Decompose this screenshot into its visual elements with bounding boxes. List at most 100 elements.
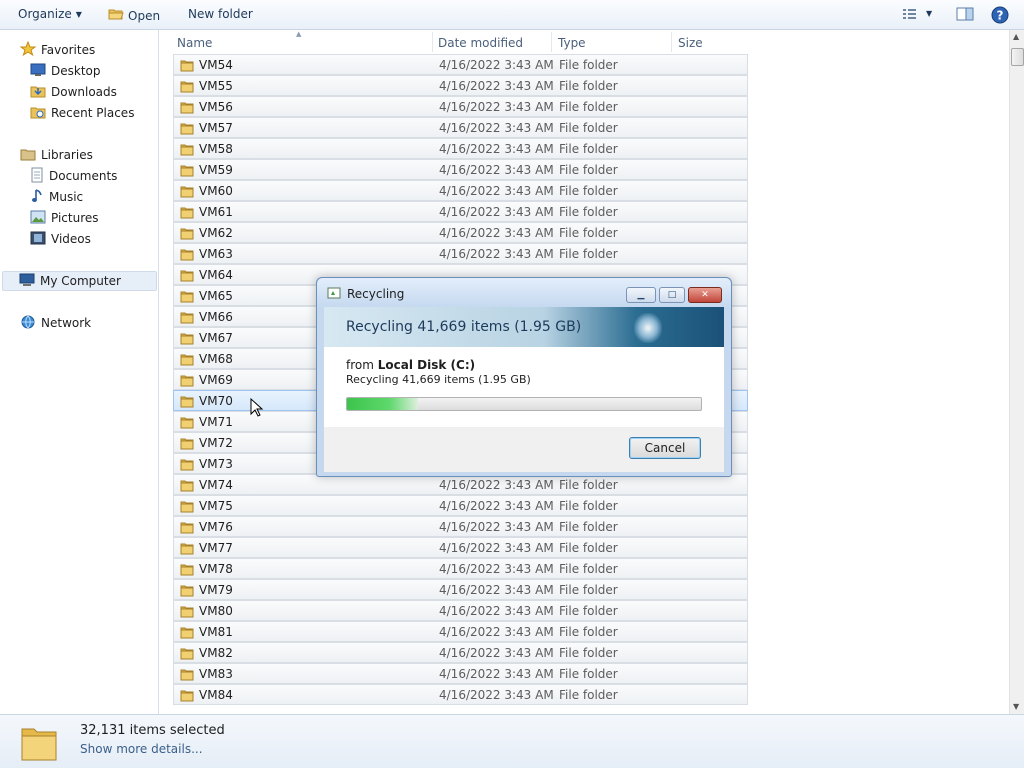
file-name: VM78 bbox=[199, 561, 233, 576]
column-header-date[interactable]: Date modified bbox=[438, 36, 523, 50]
nav-pictures[interactable]: Pictures bbox=[0, 208, 99, 228]
view-list-icon bbox=[902, 9, 918, 25]
scroll-up-arrow-icon[interactable]: ▲ bbox=[1013, 32, 1019, 41]
nav-recent-places[interactable]: Recent Places bbox=[0, 103, 134, 123]
vertical-scrollbar[interactable]: ▲ ▼ bbox=[1009, 30, 1024, 714]
file-row[interactable]: VM77 4/16/2022 3:43 AM File folder bbox=[173, 537, 748, 558]
file-row[interactable]: VM81 4/16/2022 3:43 AM File folder bbox=[173, 621, 748, 642]
file-row[interactable]: VM83 4/16/2022 3:43 AM File folder bbox=[173, 663, 748, 684]
file-name: VM84 bbox=[199, 687, 233, 702]
dialog-body: from Local Disk (C:) Recycling 41,669 it… bbox=[324, 347, 724, 427]
network-icon bbox=[20, 314, 36, 333]
maximize-button[interactable]: □ bbox=[659, 287, 685, 303]
nav-videos[interactable]: Videos bbox=[0, 229, 91, 249]
folder-icon bbox=[180, 415, 194, 432]
nav-favorites[interactable]: Favorites bbox=[0, 40, 95, 60]
desktop-icon bbox=[30, 63, 46, 80]
folder-open-icon bbox=[108, 7, 124, 24]
file-row[interactable]: VM60 4/16/2022 3:43 AM File folder bbox=[173, 180, 748, 201]
help-button[interactable]: ? bbox=[991, 6, 1009, 27]
file-row[interactable]: VM61 4/16/2022 3:43 AM File folder bbox=[173, 201, 748, 222]
file-row[interactable]: VM55 4/16/2022 3:43 AM File folder bbox=[173, 75, 748, 96]
details-pane: 32,131 items selected Show more details.… bbox=[0, 714, 1024, 768]
view-options-button[interactable] bbox=[902, 6, 918, 25]
new-folder-label: New folder bbox=[188, 7, 253, 21]
scroll-thumb[interactable] bbox=[1011, 48, 1024, 66]
file-row[interactable]: VM54 4/16/2022 3:43 AM File folder bbox=[173, 54, 748, 75]
new-folder-button[interactable]: New folder bbox=[188, 7, 253, 21]
column-header-size[interactable]: Size bbox=[678, 36, 703, 50]
folder-icon bbox=[180, 289, 194, 306]
file-type: File folder bbox=[559, 624, 618, 639]
file-row[interactable]: VM79 4/16/2022 3:43 AM File folder bbox=[173, 579, 748, 600]
minimize-icon: ▁ bbox=[637, 290, 645, 300]
scroll-down-arrow-icon[interactable]: ▼ bbox=[1013, 702, 1019, 711]
progress-bar bbox=[346, 397, 702, 411]
file-date: 4/16/2022 3:43 AM bbox=[439, 498, 554, 513]
file-date: 4/16/2022 3:43 AM bbox=[439, 561, 554, 576]
file-type: File folder bbox=[559, 540, 618, 555]
organize-button[interactable]: Organize ▼ bbox=[18, 7, 82, 21]
file-name: VM81 bbox=[199, 624, 233, 639]
source-line: from Local Disk (C:) bbox=[346, 358, 475, 372]
star-icon bbox=[19, 40, 37, 60]
nav-music[interactable]: Music bbox=[0, 187, 83, 207]
file-row[interactable]: VM84 4/16/2022 3:43 AM File folder bbox=[173, 684, 748, 705]
file-row[interactable]: VM58 4/16/2022 3:43 AM File folder bbox=[173, 138, 748, 159]
file-row[interactable]: VM56 4/16/2022 3:43 AM File folder bbox=[173, 96, 748, 117]
nav-pictures-label: Pictures bbox=[51, 211, 99, 225]
downloads-folder-icon bbox=[30, 83, 46, 102]
nav-my-computer[interactable]: My Computer bbox=[2, 271, 157, 291]
preview-pane-button[interactable] bbox=[956, 6, 974, 25]
help-icon: ? bbox=[991, 6, 1009, 27]
folder-icon bbox=[180, 583, 194, 600]
file-row[interactable]: VM75 4/16/2022 3:43 AM File folder bbox=[173, 495, 748, 516]
nav-desktop-label: Desktop bbox=[51, 64, 101, 78]
nav-network[interactable]: Network bbox=[0, 313, 91, 333]
nav-documents[interactable]: Documents bbox=[0, 166, 117, 186]
file-row[interactable]: VM59 4/16/2022 3:43 AM File folder bbox=[173, 159, 748, 180]
open-button[interactable]: Open bbox=[108, 7, 160, 24]
show-more-details-link[interactable]: Show more details... bbox=[80, 742, 203, 756]
column-divider[interactable] bbox=[432, 32, 433, 52]
column-header-name[interactable]: Name bbox=[177, 36, 212, 50]
nav-desktop[interactable]: Desktop bbox=[0, 61, 101, 81]
nav-libraries[interactable]: Libraries bbox=[0, 145, 93, 165]
file-type: File folder bbox=[559, 246, 618, 261]
recycling-dialog: Recycling ▁ □ ✕ Recycling 41,669 items (… bbox=[316, 277, 732, 477]
close-button[interactable]: ✕ bbox=[688, 287, 722, 303]
file-row[interactable]: VM74 4/16/2022 3:43 AM File folder bbox=[173, 474, 748, 495]
file-name: VM80 bbox=[199, 603, 233, 618]
nav-downloads-label: Downloads bbox=[51, 85, 117, 99]
file-type: File folder bbox=[559, 120, 618, 135]
column-divider[interactable] bbox=[671, 32, 672, 52]
file-date: 4/16/2022 3:43 AM bbox=[439, 603, 554, 618]
file-row[interactable]: VM62 4/16/2022 3:43 AM File folder bbox=[173, 222, 748, 243]
dialog-titlebar[interactable]: Recycling ▁ □ ✕ bbox=[317, 278, 731, 308]
file-name: VM79 bbox=[199, 582, 233, 597]
file-row[interactable]: VM78 4/16/2022 3:43 AM File folder bbox=[173, 558, 748, 579]
minimize-button[interactable]: ▁ bbox=[626, 287, 656, 303]
nav-music-label: Music bbox=[49, 190, 84, 204]
file-row[interactable]: VM63 4/16/2022 3:43 AM File folder bbox=[173, 243, 748, 264]
column-divider[interactable] bbox=[551, 32, 552, 52]
nav-documents-label: Documents bbox=[49, 169, 118, 183]
file-row[interactable]: VM82 4/16/2022 3:43 AM File folder bbox=[173, 642, 748, 663]
cancel-button[interactable]: Cancel bbox=[629, 437, 701, 459]
folder-icon bbox=[180, 268, 194, 285]
file-row[interactable]: VM80 4/16/2022 3:43 AM File folder bbox=[173, 600, 748, 621]
file-type: File folder bbox=[559, 603, 618, 618]
folder-icon bbox=[18, 721, 60, 768]
file-name: VM68 bbox=[199, 351, 233, 366]
banner-glow-graphic bbox=[634, 313, 662, 343]
view-dropdown-chevron-icon[interactable]: ▼ bbox=[926, 9, 932, 18]
file-date: 4/16/2022 3:43 AM bbox=[439, 246, 554, 261]
nav-downloads[interactable]: Downloads bbox=[0, 82, 117, 102]
file-row[interactable]: VM76 4/16/2022 3:43 AM File folder bbox=[173, 516, 748, 537]
sort-up-icon: ▲ bbox=[296, 30, 302, 38]
file-name: VM59 bbox=[199, 162, 233, 177]
file-row[interactable]: VM57 4/16/2022 3:43 AM File folder bbox=[173, 117, 748, 138]
file-name: VM70 bbox=[199, 393, 233, 408]
column-header-type[interactable]: Type bbox=[558, 36, 586, 50]
file-type: File folder bbox=[559, 141, 618, 156]
